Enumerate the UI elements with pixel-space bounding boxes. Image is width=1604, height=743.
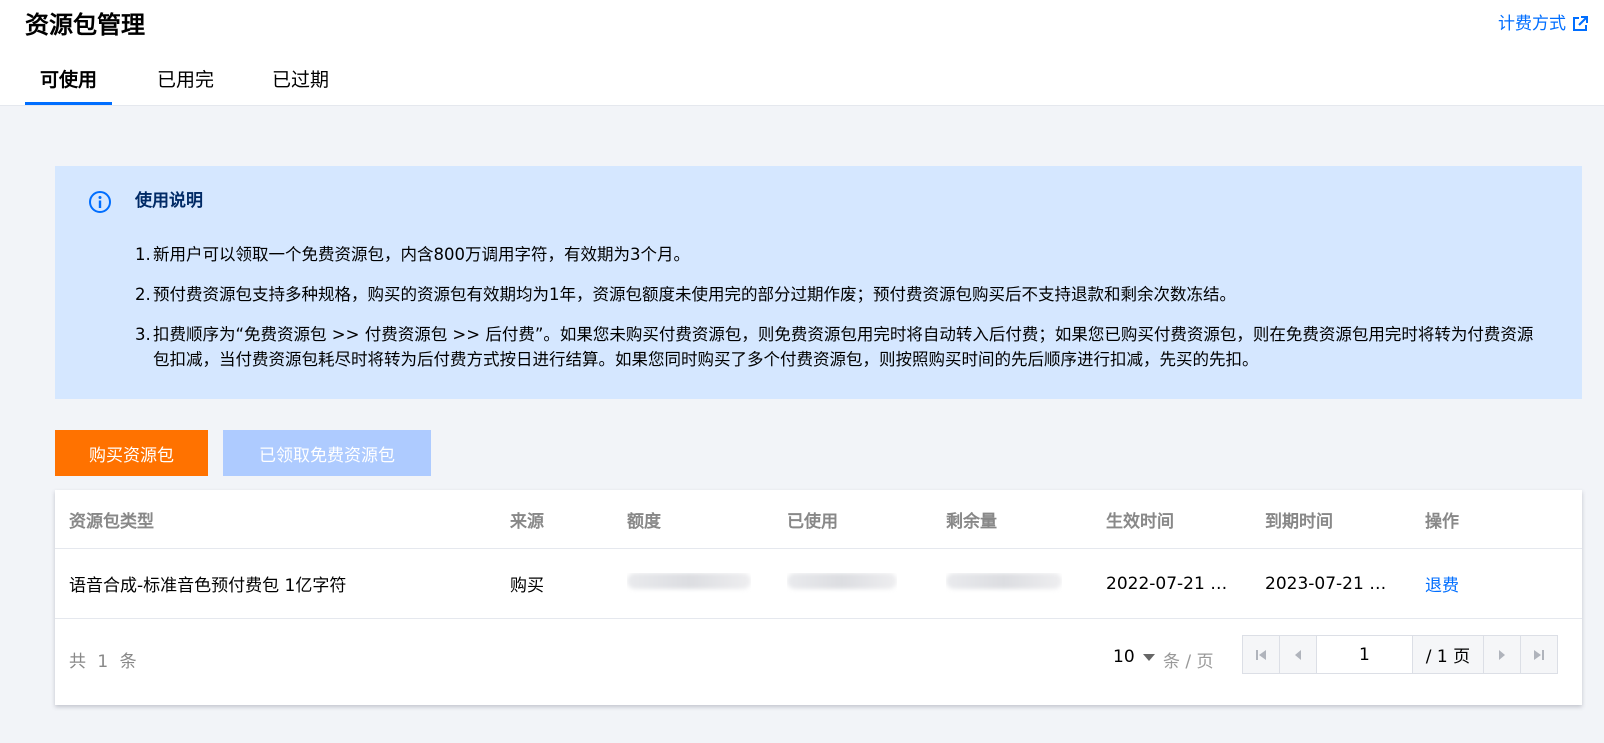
notice-item-number: 3.: [135, 325, 151, 344]
notice-item: 1. 新用户可以领取一个免费资源包，内含800万调用字符，有效期为3个月。: [135, 242, 1535, 267]
refund-link[interactable]: 退费: [1425, 571, 1459, 596]
notice-item-number: 1.: [135, 245, 151, 264]
notice-item: 2. 预付费资源包支持多种规格，购买的资源包有效期均为1年，资源包额度未使用完的…: [135, 282, 1535, 307]
page-header: 资源包管理 计费方式 可使用 已用完 已过期: [0, 0, 1604, 106]
table-row: 语音合成-标准音色预付费包 1亿字符 购买 2022-07-21 1… 2023…: [55, 549, 1582, 619]
tab-used-up[interactable]: 已用完: [157, 66, 214, 106]
notice-list: 1. 新用户可以领取一个免费资源包，内含800万调用字符，有效期为3个月。 2.…: [135, 242, 1535, 387]
billing-method-label: 计费方式: [1498, 14, 1566, 34]
total-count: 共 1 条: [69, 652, 140, 672]
source-cell: 购买: [510, 576, 544, 596]
next-page-button[interactable]: [1483, 636, 1520, 673]
notice-item-text: 预付费资源包支持多种规格，购买的资源包有效期均为1年，资源包额度未使用完的部分过…: [153, 285, 1236, 304]
prev-page-button[interactable]: [1279, 636, 1317, 673]
tab-available[interactable]: 可使用: [25, 66, 113, 106]
tab-bar: 可使用 已用完 已过期: [25, 66, 387, 106]
package-table: 资源包类型 来源 额度 已使用 剩余量 生效时间 到期时间 操作 语音合成-标准…: [55, 490, 1582, 705]
page-size-select[interactable]: 10: [1113, 647, 1155, 667]
total-pages-label: / 1 页: [1412, 636, 1483, 673]
prev-page-icon: [1294, 649, 1301, 660]
per-page-label: 条 / 页: [1163, 652, 1214, 672]
notice-item-text: 新用户可以领取一个免费资源包，内含800万调用字符，有效期为3个月。: [153, 245, 690, 264]
notice-item-text: 扣费顺序为“免费资源包 >> 付费资源包 >> 后付费”。如果您未购买付费资源包…: [153, 325, 1534, 369]
column-header-expire-time: 到期时间: [1265, 511, 1333, 532]
first-page-button[interactable]: [1243, 636, 1280, 673]
free-package-claimed-button: 已领取免费资源包: [223, 430, 431, 476]
info-icon: [89, 191, 111, 213]
first-page-icon: [1255, 649, 1266, 660]
expire-time-cell: 2023-07-21 2…: [1265, 573, 1395, 594]
notice-item-number: 2.: [135, 285, 151, 304]
column-header-used: 已使用: [787, 511, 838, 532]
usage-notice: 使用说明 1. 新用户可以领取一个免费资源包，内含800万调用字符，有效期为3个…: [55, 166, 1582, 399]
column-header-effective-time: 生效时间: [1106, 511, 1174, 532]
pager: / 1 页: [1242, 635, 1558, 674]
column-header-type: 资源包类型: [69, 511, 154, 532]
remaining-cell-redacted: [946, 573, 1062, 594]
billing-method-link[interactable]: 计费方式: [1498, 12, 1588, 36]
caret-down-icon: [1142, 653, 1155, 661]
page-number-input[interactable]: [1316, 636, 1413, 673]
column-header-quota: 额度: [627, 511, 661, 532]
column-header-remaining: 剩余量: [946, 511, 997, 532]
page-title: 资源包管理: [25, 11, 145, 39]
last-page-button[interactable]: [1519, 636, 1557, 673]
notice-title: 使用说明: [135, 191, 203, 211]
last-page-icon: [1533, 649, 1544, 660]
buy-package-button[interactable]: 购买资源包: [55, 430, 208, 476]
table-footer: 共 1 条 10 条 / 页 / 1 页: [55, 619, 1582, 705]
notice-item: 3. 扣费顺序为“免费资源包 >> 付费资源包 >> 后付费”。如果您未购买付费…: [135, 322, 1535, 372]
column-header-source: 来源: [510, 511, 544, 532]
package-type-cell: 语音合成-标准音色预付费包 1亿字符: [69, 576, 347, 596]
used-cell-redacted: [787, 573, 897, 594]
next-page-icon: [1498, 649, 1505, 660]
tab-expired[interactable]: 已过期: [272, 66, 329, 106]
column-header-action: 操作: [1425, 511, 1459, 532]
effective-time-cell: 2022-07-21 1…: [1106, 573, 1236, 594]
external-link-icon: [1573, 16, 1588, 31]
table-header-row: 资源包类型 来源 额度 已使用 剩余量 生效时间 到期时间 操作: [55, 490, 1582, 549]
quota-cell-redacted: [627, 573, 751, 594]
page-size-value: 10: [1113, 647, 1135, 667]
